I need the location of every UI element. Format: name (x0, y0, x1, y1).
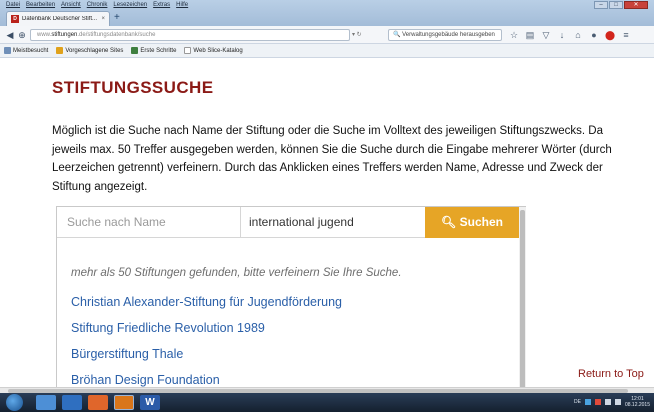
bookmark-web-slice[interactable]: Web Slice-Katalog (184, 47, 243, 54)
url-field[interactable]: www.stiftungen.de/stiftungsdatenbank/suc… (30, 29, 350, 41)
menu-item-help[interactable]: Hilfe (176, 1, 188, 10)
menu-item-bookmarks[interactable]: Lesezeichen (113, 1, 147, 10)
menu-item-history[interactable]: Chronik (87, 1, 108, 10)
taskbar-firefox-icon[interactable] (114, 395, 134, 410)
intro-paragraph: Möglich ist die Suche nach Name der Stif… (52, 125, 612, 193)
clock-date: 08.12.2015 (624, 402, 650, 408)
tray-network-icon[interactable] (604, 399, 611, 405)
system-tray: DE 12:01 08.12.2015 (574, 396, 650, 408)
new-tab-button[interactable]: + (114, 12, 120, 24)
tab-title: Datenbank Deutscher Stift... (22, 16, 98, 22)
window-controls: – □ ✕ (594, 1, 648, 9)
result-link[interactable]: Bürgerstiftung Thale (71, 347, 183, 361)
tray-volume-icon[interactable] (614, 399, 621, 405)
home-icon[interactable]: ⌂ (572, 28, 584, 42)
url-domain: stiftungen (51, 32, 78, 38)
site-favicon-icon: D (11, 15, 19, 23)
name-search-input[interactable]: Suche nach Name (57, 207, 241, 238)
tray-security-icon[interactable] (594, 399, 601, 405)
search-button-label: Suchen (459, 215, 503, 229)
search-panel: Suche nach Name international jugend 🔍︎ … (56, 206, 526, 387)
browser-search-text: Verwaltungsgebäude herausgeben (402, 32, 495, 38)
bookmark-label: Meistbesucht (13, 47, 49, 54)
menu-item-view[interactable]: Ansicht (61, 1, 81, 10)
tray-flag-icon[interactable] (584, 399, 591, 405)
url-prefix: www. (37, 32, 52, 38)
url-path: .de/stiftungsdatenbank/suche (77, 32, 156, 38)
bookmarks-bar: Meistbesucht Vorgeschlagene Sites Erste … (0, 44, 654, 58)
bookmark-label: Erste Schritte (140, 47, 177, 54)
results-scrollbar-thumb[interactable] (520, 210, 525, 387)
hamburger-menu-icon[interactable]: ≡ (620, 28, 632, 42)
bookmark-most-visited[interactable]: Meistbesucht (4, 47, 48, 54)
page-viewport: STIFTUNGSSUCHE Möglich ist die Suche nac… (0, 58, 654, 387)
browser-titlebar: Datei Bearbeiten Ansicht Chronik Lesezei… (0, 0, 654, 26)
results-notice: mehr als 50 Stiftungen gefunden, bitte v… (71, 267, 402, 279)
menu-item-tools[interactable]: Extras (153, 1, 170, 10)
bookmark-icon (131, 47, 139, 54)
reload-icon[interactable]: ▾ ↻ (352, 30, 362, 40)
navigation-bar: ◀ ⊕ www.stiftungen.de/stiftungsdatenbank… (0, 26, 654, 44)
download-icon[interactable]: ↓ (556, 28, 568, 42)
sync-icon[interactable]: ● (588, 28, 600, 42)
back-arrow-icon[interactable]: ◀ (4, 29, 16, 41)
tab-close-icon[interactable]: × (101, 16, 105, 22)
bookmark-star-icon[interactable]: ☆ (508, 28, 520, 42)
browser-search-field[interactable]: 🔍 Verwaltungsgebäude herausgeben (388, 29, 502, 41)
maximize-icon[interactable]: □ (609, 1, 623, 9)
taskbar: W DE 12:01 08.12.2015 (0, 393, 654, 412)
taskbar-word-icon[interactable]: W (140, 395, 160, 410)
menu-bar: Datei Bearbeiten Ansicht Chronik Lesezei… (6, 1, 188, 10)
menu-item-edit[interactable]: Bearbeiten (26, 1, 55, 10)
taskbar-explorer-icon[interactable] (36, 395, 56, 410)
bookmark-icon (4, 47, 11, 54)
taskbar-mediaplayer-icon[interactable] (88, 395, 108, 410)
result-link[interactable]: Stiftung Friedliche Revolution 1989 (71, 321, 265, 335)
pocket-icon[interactable]: ▽ (540, 28, 552, 42)
search-icon: 🔍︎ (441, 215, 457, 229)
toolbar-icons: ☆ ▤ ▽ ↓ ⌂ ● ⬤ ≡ (508, 28, 632, 42)
language-indicator[interactable]: DE (574, 399, 581, 405)
adblock-icon[interactable]: ⬤ (604, 28, 616, 42)
bookmark-label: Web Slice-Katalog (193, 47, 243, 54)
bookmark-icon (184, 47, 192, 54)
result-link[interactable]: Bröhan Design Foundation (71, 373, 220, 387)
result-link[interactable]: Christian Alexander-Stiftung für Jugendf… (71, 295, 342, 309)
browser-tab-active[interactable]: D Datenbank Deutscher Stift... × (6, 11, 110, 26)
start-button[interactable] (6, 394, 23, 411)
taskbar-clock[interactable]: 12:01 08.12.2015 (625, 396, 650, 408)
site-info-icon[interactable]: ⊕ (16, 29, 28, 41)
results-scrollbar[interactable] (519, 207, 526, 387)
bookmark-first-steps[interactable]: Erste Schritte (131, 47, 176, 54)
menu-item-file[interactable]: Datei (6, 1, 20, 10)
window-close-icon[interactable]: ✕ (624, 1, 648, 9)
bookmark-suggested-sites[interactable]: Vorgeschlagene Sites (56, 47, 123, 54)
minimize-icon[interactable]: – (594, 1, 608, 9)
page-title: STIFTUNGSSUCHE (52, 78, 214, 97)
bookmark-label: Vorgeschlagene Sites (65, 47, 124, 54)
bookmark-list-icon[interactable]: ▤ (524, 28, 536, 42)
fulltext-search-input[interactable]: international jugend (241, 207, 425, 238)
search-button[interactable]: 🔍︎ Suchen (425, 207, 519, 238)
return-to-top-link[interactable]: Return to Top (578, 368, 644, 380)
taskbar-folder-icon[interactable] (62, 395, 82, 410)
bookmark-icon (56, 47, 64, 54)
